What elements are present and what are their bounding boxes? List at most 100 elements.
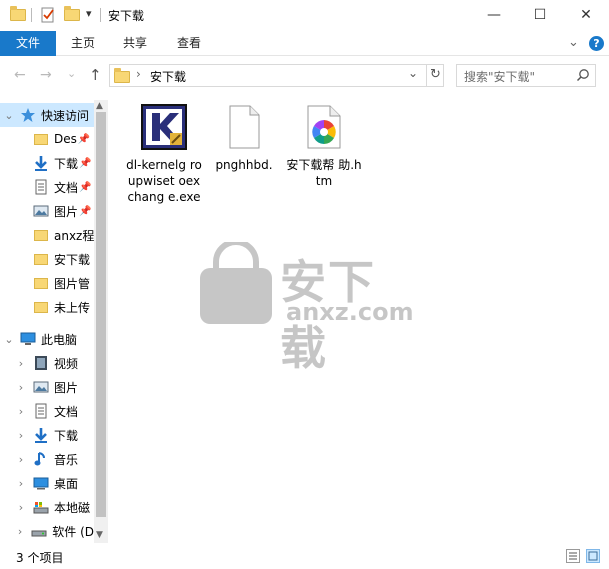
close-button[interactable]: ✕ — [563, 0, 609, 30]
tab-file[interactable]: 文件 — [0, 31, 56, 56]
file-item[interactable]: 安下载帮 助.htm — [286, 103, 362, 189]
pin-icon: 📌 — [79, 205, 92, 217]
address-dropdown-icon[interactable]: ⌄ — [408, 66, 418, 80]
details-view-icon[interactable] — [566, 549, 580, 563]
forward-button[interactable]: → — [40, 67, 52, 83]
nav-item-drive-d[interactable]: › 软件 (D — [0, 519, 94, 543]
nav-label: 文档 — [54, 180, 79, 195]
navigation-pane: ⌄ 快速访问 Des 📌 下载 📌 文档 📌 图片 📌 anxz程 安下载 图片… — [0, 100, 108, 543]
chevron-down-icon[interactable]: ⌄ — [3, 109, 15, 122]
chevron-right-icon[interactable]: › — [15, 429, 27, 442]
divider — [100, 8, 101, 22]
folder-icon — [114, 68, 130, 83]
tab-home[interactable]: 主页 — [60, 31, 106, 56]
nav-item-pictures[interactable]: › 图片 — [0, 375, 94, 399]
nav-this-pc[interactable]: ⌄ 此电脑 — [0, 327, 94, 351]
chevron-right-icon[interactable]: › — [15, 453, 27, 466]
back-button[interactable]: ← — [14, 67, 26, 83]
tab-share[interactable]: 共享 — [112, 31, 158, 56]
music-icon — [33, 451, 49, 467]
tab-view[interactable]: 查看 — [166, 31, 212, 56]
minimize-button[interactable]: — — [471, 0, 517, 30]
nav-label: 本地磁 — [54, 500, 91, 515]
kernel-app-icon — [140, 103, 188, 151]
up-button[interactable]: ↑ — [89, 66, 102, 84]
folder-icon — [33, 227, 49, 243]
nav-label: 图片 — [54, 380, 79, 395]
star-icon — [20, 107, 36, 123]
nav-item-folder[interactable]: 图片管 — [0, 271, 94, 295]
maximize-button[interactable]: ☐ — [517, 0, 563, 30]
chevron-right-icon[interactable]: › — [15, 525, 25, 538]
file-name: dl-kernelg roupwiset oexchang e.exe — [126, 158, 202, 204]
nav-label: 快速访问 — [41, 108, 90, 123]
download-icon — [33, 427, 49, 443]
nav-item-folder[interactable]: 未上传 — [0, 295, 94, 319]
ribbon-expand-icon[interactable]: ⌄ — [568, 35, 579, 50]
desktop-icon — [33, 475, 49, 491]
nav-item-documents[interactable]: 文档 📌 — [0, 175, 94, 199]
title-bar: ▾ 安下载 — ☐ ✕ — [0, 0, 609, 31]
help-icon[interactable]: ? — [589, 36, 604, 51]
computer-icon — [20, 331, 36, 347]
scroll-down-icon[interactable]: ▼ — [96, 530, 103, 540]
nav-label: 下载 — [54, 156, 79, 171]
folder-icon — [33, 275, 49, 291]
nav-item-downloads[interactable]: › 下载 — [0, 423, 94, 447]
nav-item-documents[interactable]: › 文档 — [0, 399, 94, 423]
scroll-up-icon[interactable]: ▲ — [96, 101, 103, 111]
pin-icon: 📌 — [77, 133, 91, 145]
chevron-right-icon[interactable]: › — [15, 477, 27, 490]
nav-item-desktop[interactable]: Des 📌 — [0, 127, 94, 151]
nav-item-videos[interactable]: › 视频 — [0, 351, 94, 375]
nav-item-local-disk[interactable]: › 本地磁 — [0, 495, 94, 519]
nav-label: 文档 — [54, 404, 79, 419]
drive-icon — [31, 523, 47, 539]
file-item[interactable]: dl-kernelg roupwiset oexchang e.exe — [126, 103, 202, 205]
file-item[interactable]: pnghhbd. — [206, 103, 282, 173]
file-name: 安下载帮 助.htm — [286, 158, 362, 188]
scrollbar-thumb[interactable] — [96, 112, 106, 517]
large-icons-view-icon[interactable] — [586, 549, 600, 563]
nav-item-music[interactable]: › 音乐 — [0, 447, 94, 471]
nav-label: anxz程 — [54, 228, 94, 243]
nav-item-desktop[interactable]: › 桌面 — [0, 471, 94, 495]
nav-item-downloads[interactable]: 下载 📌 — [0, 151, 94, 175]
breadcrumb-item[interactable]: 安下载 — [150, 68, 186, 85]
folder-icon — [33, 251, 49, 267]
blank-file-icon — [220, 103, 268, 151]
refresh-button[interactable]: ↻ — [426, 64, 444, 87]
nav-label: 音乐 — [54, 452, 79, 467]
recent-locations-button[interactable]: ⌄ — [67, 67, 76, 80]
chevron-right-icon[interactable]: › — [15, 405, 27, 418]
picture-icon — [33, 379, 49, 395]
htm-file-icon — [300, 103, 348, 151]
folder-icon — [33, 131, 49, 147]
search-icon[interactable] — [576, 68, 590, 85]
watermark-subtext: anxz.com — [286, 298, 414, 326]
nav-label: 图片管 — [54, 276, 91, 291]
quick-access-dropdown-icon[interactable]: ▾ — [86, 7, 92, 20]
chevron-right-icon[interactable]: › — [15, 381, 27, 394]
chevron-down-icon[interactable]: ⌄ — [3, 333, 15, 346]
breadcrumb-separator[interactable]: › — [136, 67, 141, 81]
picture-icon — [33, 203, 49, 219]
search-input[interactable]: 搜索"安下载" — [464, 68, 535, 85]
nav-item-pictures[interactable]: 图片 📌 — [0, 199, 94, 223]
properties-icon[interactable] — [40, 7, 56, 23]
video-icon — [33, 355, 49, 371]
nav-item-folder[interactable]: 安下载 — [0, 247, 94, 271]
watermark: 安下载 anxz.com — [196, 242, 416, 375]
document-icon — [33, 403, 49, 419]
nav-item-folder[interactable]: anxz程 — [0, 223, 94, 247]
nav-label: 视频 — [54, 356, 79, 371]
new-folder-icon[interactable] — [64, 6, 80, 21]
nav-label: 下载 — [54, 428, 79, 443]
pin-icon: 📌 — [79, 157, 92, 169]
nav-label: 此电脑 — [41, 332, 78, 347]
chevron-right-icon[interactable]: › — [15, 357, 27, 370]
chevron-right-icon[interactable]: › — [15, 501, 27, 514]
nav-quick-access[interactable]: ⌄ 快速访问 — [0, 103, 94, 127]
nav-label: 桌面 — [54, 476, 79, 491]
status-bar — [0, 543, 609, 569]
